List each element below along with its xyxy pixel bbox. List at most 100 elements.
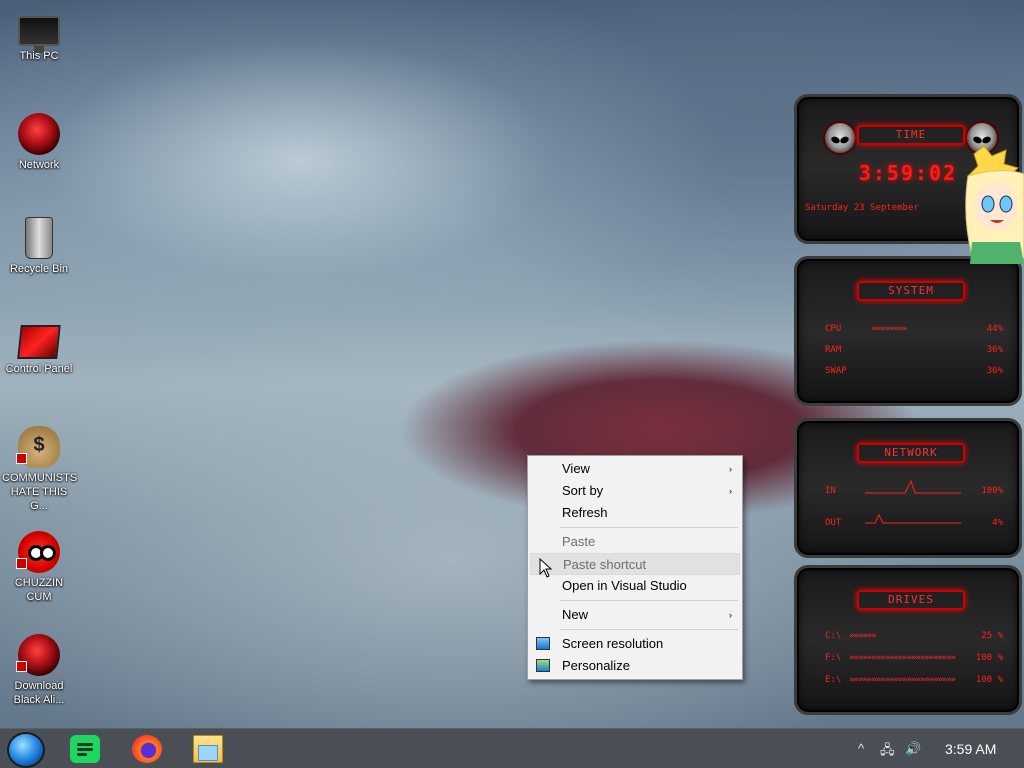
system-gadget[interactable]: SYSTEM CPU »»»»»»»» 44% RAM 36% SWAP 36% [794,256,1022,406]
cpu-row: CPU »»»»»»»» 44% [825,323,1003,335]
menu-item-label: Sort by [562,483,604,498]
volume-icon[interactable]: 🔊 [905,741,921,757]
shortcut-badge-icon [16,661,27,672]
computer-icon [18,16,60,53]
usage-bar: »»»»»» [849,631,876,641]
menu-item-personalize[interactable]: Personalize [530,655,740,677]
desktop-icon-chuzzin[interactable]: CHUZZIN CUM [2,531,76,604]
red-fluff-icon [16,531,60,573]
row-value: 100 % [975,653,1003,663]
drives-gadget[interactable]: DRIVES C:\ »»»»»» 25 % F:\ »»»»»»»»»»»»»… [794,565,1022,715]
recycle-bin-icon [25,217,53,259]
taskbar: ^ 🖧 🔊 3:59 AM [0,728,1024,768]
menu-item-refresh[interactable]: Refresh [530,502,740,524]
desktop-icon-recycle-bin[interactable]: Recycle Bin [2,217,76,276]
row-label: F:\ [825,653,842,663]
menu-item-view[interactable]: View › [530,458,740,480]
alien-head-icon [823,121,857,155]
row-value: 36% [986,366,1003,376]
network-tray-icon[interactable]: 🖧 [880,741,895,763]
desktop-icon-label: Control Panel [5,363,73,375]
menu-item-label: Personalize [562,658,630,673]
row-label: RAM [825,345,842,355]
drive-f-row: F:\ »»»»»»»»»»»»»»»»»»»»»»»» 100 % [825,652,1003,664]
desktop-icon-label: Recycle Bin [9,263,69,275]
row-label: C:\ [825,631,842,641]
desktop-icon-label: CHUZZIN CUM [14,577,64,603]
menu-separator [560,629,738,630]
alien-icon [16,634,60,676]
submenu-arrow-icon: › [729,486,732,496]
menu-item-label: View [562,461,590,476]
network-out-row: OUT 4% [825,513,1003,529]
menu-item-paste[interactable]: Paste [530,531,740,553]
desktop-icon-this-pc[interactable]: This PC [2,10,76,63]
drive-e-row: E:\ »»»»»»»»»»»»»»»»»»»»»»»» 100 % [825,674,1003,686]
row-value: 36% [986,345,1003,355]
row-value: 25 % [981,631,1003,641]
drive-c-row: C:\ »»»»»» 25 % [825,630,1003,642]
file-explorer-button[interactable] [193,735,223,763]
submenu-arrow-icon: › [729,610,732,620]
desktop-icon-label: Network [18,159,60,171]
menu-item-label: Paste [562,534,596,549]
shortcut-badge-icon [16,558,27,569]
row-label: E:\ [825,675,842,685]
network-out-graph [865,513,961,524]
taskbar-clock[interactable]: 3:59 AM [945,741,996,757]
row-label: OUT [825,518,842,528]
row-value: 4% [992,518,1003,528]
menu-item-label: Paste shortcut [563,557,647,572]
network-icon [18,113,60,155]
network-in-row: IN 100% [825,479,1003,497]
cartoon-character-image [965,146,1024,264]
usage-bar: »»»»»»»»»»»»»»»»»»»»»»»» [849,653,956,663]
menu-separator [560,527,738,528]
notes-app-button[interactable] [70,735,100,763]
menu-item-open-in-visual-studio[interactable]: Open in Visual Studio [530,575,740,597]
row-label: CPU [825,324,842,334]
desktop-icon-communists[interactable]: $ COMMUNISTS HATE THIS G... [2,426,78,513]
desktop-icon-network[interactable]: Network [2,113,76,172]
gadget-title: NETWORK [857,443,965,463]
desktop-icon-control-panel[interactable]: Control Panel [2,321,76,376]
usage-bar: »»»»»»»»»»»»»»»»»»»»»»»» [849,675,956,685]
submenu-arrow-icon: › [729,464,732,474]
desktop-context-menu: View › Sort by › Refresh Paste Paste sho… [527,455,743,680]
row-label: IN [825,486,836,496]
gadget-title: SYSTEM [857,281,965,301]
ram-row: RAM 36% [825,344,1003,356]
show-hidden-icons-chevron-icon[interactable]: ^ [858,741,864,756]
row-label: SWAP [825,366,847,376]
desktop-icon-label: COMMUNISTS HATE THIS G... [2,472,78,512]
gadget-title: TIME [857,125,965,145]
network-in-graph [865,479,961,494]
shortcut-badge-icon [16,453,27,464]
menu-item-screen-resolution[interactable]: Screen resolution [530,633,740,655]
money-bag-icon: $ [16,426,60,468]
mouse-cursor-icon [539,558,553,578]
menu-item-sort-by[interactable]: Sort by › [530,480,740,502]
network-gadget[interactable]: NETWORK IN 100% OUT 4% [794,418,1022,558]
usage-bar: »»»»»»»» [871,324,907,334]
menu-item-new[interactable]: New › [530,604,740,626]
control-panel-icon [17,325,61,359]
menu-item-label: Screen resolution [562,636,664,651]
row-value: 100% [981,486,1003,496]
menu-item-label: Refresh [562,505,608,520]
firefox-button[interactable] [132,735,162,763]
menu-item-label: New [562,607,589,622]
menu-item-paste-shortcut[interactable]: Paste shortcut [530,553,740,575]
gadget-date: Saturday 23 September [805,203,919,213]
personalize-monitor-icon [536,659,550,672]
desktop-icon-download-black-alienware[interactable]: Download Black Ali... [2,634,76,707]
row-value: 44% [986,324,1003,334]
gadget-title: DRIVES [857,590,965,610]
menu-item-label: Open in Visual Studio [562,578,687,593]
menu-separator [560,600,738,601]
start-orb-button[interactable] [7,732,45,768]
desktop-icon-label: Download Black Ali... [13,680,65,706]
swap-row: SWAP 36% [825,365,1003,377]
row-value: 100 % [975,675,1003,685]
monitor-icon [536,637,550,650]
